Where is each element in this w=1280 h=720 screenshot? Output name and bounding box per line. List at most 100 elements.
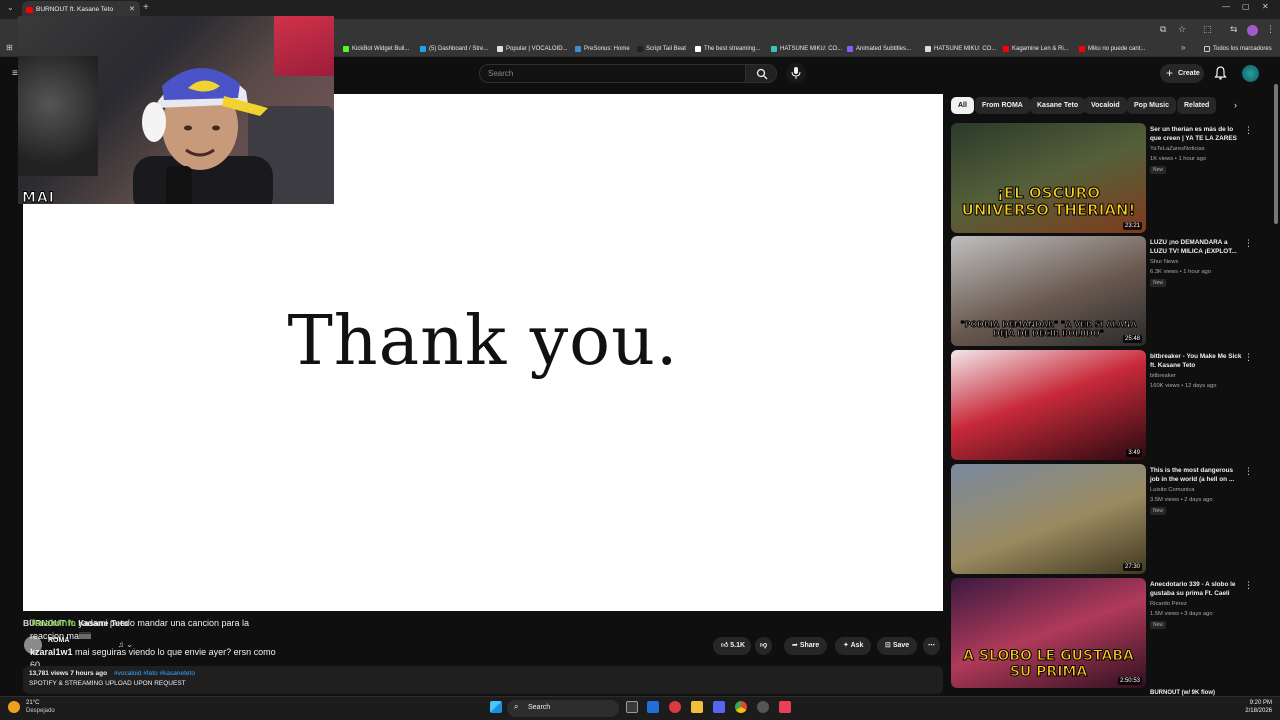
- settings-gear-icon[interactable]: [757, 701, 769, 713]
- channel-name[interactable]: YaTeLaZaresNoticias: [1150, 146, 1205, 152]
- search-icon: ⌕: [514, 702, 519, 711]
- bookmark-favicon-icon: [575, 46, 581, 52]
- bookmark-favicon-icon: [847, 46, 853, 52]
- recommended-video[interactable]: 3:49 bitbreaker - You Make Me Sick ft. Ka…: [951, 350, 1253, 460]
- filter-chip[interactable]: From ROMA: [975, 97, 1030, 114]
- video-thumbnail[interactable]: 3:49: [951, 350, 1146, 460]
- tab-search-icon[interactable]: ⌄: [7, 3, 14, 12]
- music-app-icon[interactable]: [779, 701, 791, 713]
- video-title[interactable]: Anecdotario 339 - A slobo le gustaba su …: [1150, 580, 1242, 598]
- sidebar-icon[interactable]: ⇆: [1230, 24, 1238, 35]
- bookmark-item[interactable]: Popular | VOCALOID...: [497, 43, 568, 55]
- more-actions-button[interactable]: ⋯: [923, 637, 940, 655]
- chat-message-1: Tenebrinfo yadami puedo mandar una canci…: [30, 617, 280, 643]
- browser-menu-icon[interactable]: ⋮: [1266, 24, 1275, 35]
- bookmark-item[interactable]: Script Tail Beat: [637, 43, 686, 55]
- bookmark-favicon-icon: [1079, 46, 1085, 52]
- install-icon[interactable]: ⧉: [1160, 24, 1166, 35]
- channel-name[interactable]: Luisito Comunica: [1150, 487, 1194, 493]
- video-title[interactable]: This is the most dangerous job in the wo…: [1150, 466, 1242, 484]
- bookmark-favicon-icon: [1003, 46, 1009, 52]
- bookmark-item[interactable]: PreSonus: Home: [575, 43, 630, 55]
- channel-name[interactable]: Shur News: [1150, 259, 1178, 265]
- filter-chip[interactable]: All: [951, 97, 974, 114]
- new-badge: New: [1150, 279, 1167, 287]
- video-title[interactable]: Ser un therian es más de lo que creen | …: [1150, 125, 1242, 143]
- channel-name[interactable]: Ricardo Pérez: [1150, 601, 1187, 607]
- video-thumbnail[interactable]: 27:30: [951, 464, 1146, 574]
- share-button[interactable]: ➦ Share: [784, 637, 828, 655]
- video-thumbnail[interactable]: A SLOBO LE GUSTABA SU PRIMA 2:50:53: [951, 578, 1146, 688]
- search-button[interactable]: [745, 64, 777, 83]
- like-button[interactable]: 👍︎ 5.1K: [713, 637, 752, 655]
- weather-desc: Despejado: [26, 708, 55, 714]
- close-window-icon[interactable]: ✕: [1262, 2, 1269, 11]
- filter-chip[interactable]: Pop Music: [1127, 97, 1177, 114]
- recommended-video[interactable]: "PODRIA DEMANDAR" "A VER SI ALANA DEJA D…: [951, 236, 1253, 346]
- discord-icon[interactable]: [713, 701, 725, 713]
- video-more-icon[interactable]: ⋮: [1244, 466, 1253, 477]
- new-badge: New: [1150, 507, 1167, 515]
- recommended-video[interactable]: ¡EL OSCURO UNIVERSO THERIAN! 23:21 Ser un …: [951, 123, 1253, 233]
- description-tags: #vocaloid #teto #kasaneteto: [114, 670, 195, 677]
- search-input[interactable]: Search: [479, 64, 746, 83]
- profile-avatar[interactable]: [1247, 25, 1258, 36]
- taskbar-search-box[interactable]: ⌕ Search: [507, 700, 619, 717]
- ask-button[interactable]: ✦ Ask: [835, 637, 872, 655]
- more-bookmarks-icon[interactable]: »: [1181, 43, 1185, 52]
- task-view-icon[interactable]: [626, 701, 638, 713]
- video-more-icon[interactable]: ⋮: [1244, 580, 1253, 591]
- apps-grid-icon[interactable]: ⊞: [6, 43, 13, 52]
- video-thumbnail[interactable]: "PODRIA DEMANDAR" "A VER SI ALANA DEJA D…: [951, 236, 1146, 346]
- bookmark-item[interactable]: HATSUNE MIKU: CO...: [771, 43, 842, 55]
- video-more-icon[interactable]: ⋮: [1244, 238, 1253, 249]
- recommended-video[interactable]: 27:30 This is the most dangerous job in t…: [951, 464, 1253, 574]
- video-title[interactable]: bitbreaker - You Make Me Sick ft. Kasane…: [1150, 352, 1242, 370]
- bookmark-item[interactable]: Animated Subtitles...: [847, 43, 911, 55]
- bookmark-item[interactable]: Kagamine Len & Ri...: [1003, 43, 1069, 55]
- hamburger-menu-icon[interactable]: ≡: [12, 68, 18, 79]
- video-duration: 25:48: [1122, 335, 1142, 343]
- voice-search-button[interactable]: [786, 63, 806, 83]
- app-red-icon[interactable]: [669, 701, 681, 713]
- account-avatar[interactable]: [1242, 65, 1259, 82]
- chat-username: kzaral1w1: [30, 647, 73, 657]
- bookmark-favicon-icon: [925, 46, 931, 52]
- video-title[interactable]: LUZU ¡no DEMANDARA a LUZU TV! MILICA ¡EX…: [1150, 238, 1242, 256]
- weather-temp[interactable]: 21°C: [26, 700, 39, 706]
- bookmark-item[interactable]: (5) Dashboard / Stre...: [420, 43, 488, 55]
- edge-browser-icon[interactable]: [647, 701, 659, 713]
- create-button[interactable]: + Create: [1160, 64, 1204, 83]
- file-explorer-icon[interactable]: [691, 701, 703, 713]
- channel-name[interactable]: bitbreaker: [1150, 373, 1176, 379]
- filter-chip[interactable]: Vocaloid: [1084, 97, 1127, 114]
- video-thumbnail[interactable]: ¡EL OSCURO UNIVERSO THERIAN! 23:21: [951, 123, 1146, 233]
- windows-start-icon[interactable]: [490, 701, 502, 713]
- bookmark-item[interactable]: The best streaming...: [695, 43, 760, 55]
- description-box[interactable]: 13,781 views 7 hours ago #vocaloid #teto…: [23, 666, 943, 694]
- bookmark-star-icon[interactable]: ☆: [1178, 24, 1186, 35]
- all-bookmarks-folder[interactable]: Todos los marcadores: [1204, 43, 1272, 55]
- scrollbar-thumb[interactable]: [1274, 84, 1278, 224]
- bookmark-item[interactable]: Miku no puede cant...: [1079, 43, 1145, 55]
- new-tab-button[interactable]: +: [143, 2, 149, 13]
- pink-light-image: [274, 16, 334, 76]
- filter-chip[interactable]: Kasane Teto: [1030, 97, 1086, 114]
- chips-next-arrow-icon[interactable]: ›: [1234, 100, 1237, 110]
- drum-kit-image: [18, 56, 98, 176]
- dislike-button[interactable]: 👎︎: [755, 637, 773, 655]
- save-playlist-icon: ⊡: [885, 642, 891, 649]
- extensions-icon[interactable]: ⬚: [1203, 24, 1212, 35]
- video-more-icon[interactable]: ⋮: [1244, 125, 1253, 136]
- chrome-icon[interactable]: [735, 701, 747, 713]
- bookmark-item[interactable]: HATSUNE MIKU: CO...: [925, 43, 996, 55]
- maximize-icon[interactable]: ▢: [1242, 2, 1250, 11]
- clock-time[interactable]: 9:20 PM: [1224, 700, 1272, 706]
- save-button[interactable]: ⊡ Save: [877, 637, 918, 655]
- minimize-icon[interactable]: —: [1222, 2, 1230, 11]
- filter-chip[interactable]: Related: [1177, 97, 1217, 114]
- bookmark-item[interactable]: KickBot Widget Buil...: [343, 43, 409, 55]
- video-more-icon[interactable]: ⋮: [1244, 352, 1253, 363]
- recommended-video[interactable]: A SLOBO LE GUSTABA SU PRIMA 2:50:53 Anecdo…: [951, 578, 1253, 688]
- notifications-bell-icon[interactable]: [1214, 66, 1227, 80]
